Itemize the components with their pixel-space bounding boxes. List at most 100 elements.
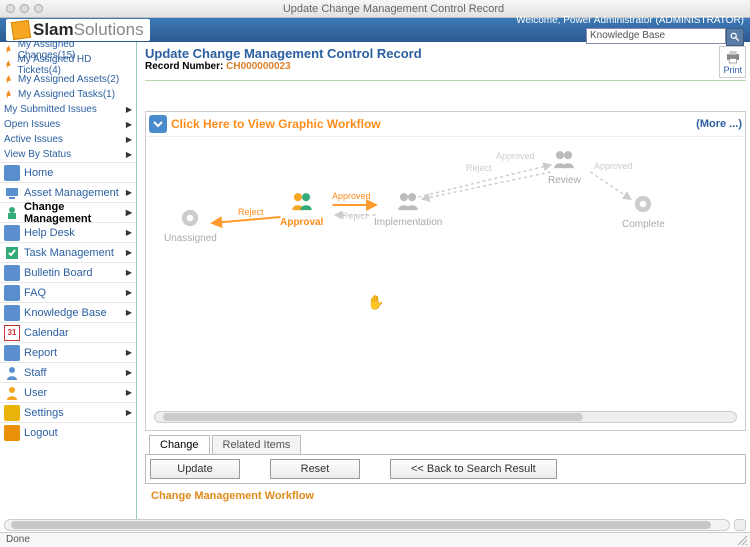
gear-icon — [177, 205, 203, 231]
logo-icon — [11, 20, 31, 40]
record-number-label: Record Number: — [145, 61, 223, 72]
left-nav: My Assigned Changes(15) My Assigned HD T… — [0, 42, 137, 520]
print-button[interactable]: Print — [719, 46, 746, 78]
wf-edge-approved: Approved — [496, 151, 535, 161]
scroll-thumb[interactable] — [11, 521, 711, 529]
wf-node-label: Complete — [622, 219, 665, 230]
nav-label: Help Desk — [24, 227, 75, 239]
chevron-right-icon: ▶ — [126, 228, 132, 237]
task-icon — [4, 245, 20, 261]
nav-label: Settings — [24, 407, 64, 419]
nav-home[interactable]: Home — [0, 162, 136, 182]
wf-node-label: Implementation — [374, 217, 442, 228]
nav-task-management[interactable]: Task Management▶ — [0, 242, 136, 262]
flame-icon — [4, 59, 15, 71]
window-title: Update Change Management Control Record — [43, 3, 744, 15]
nav-help-desk[interactable]: Help Desk ▶ — [0, 222, 136, 242]
chevron-down-icon — [152, 118, 164, 130]
nav-label: Change Management — [24, 201, 126, 225]
resize-grip-icon[interactable] — [736, 534, 748, 546]
wf-node-label: Unassigned — [164, 233, 217, 244]
nav-faq[interactable]: FAQ▶ — [0, 282, 136, 302]
wf-node-review[interactable]: Review — [548, 147, 581, 186]
nav-active-issues[interactable]: Active Issues▶ — [0, 132, 136, 147]
back-button[interactable]: << Back to Search Result — [390, 459, 557, 479]
window-controls[interactable] — [6, 4, 43, 13]
nav-knowledge-base[interactable]: Knowledge Base▶ — [0, 302, 136, 322]
settings-icon — [4, 405, 20, 421]
button-row: Update Reset << Back to Search Result — [145, 454, 746, 484]
record-number-value: CH000000023 — [226, 61, 291, 72]
nav-label: My Assigned Tasks(1) — [18, 89, 115, 100]
nav-staff[interactable]: Staff▶ — [0, 362, 136, 382]
tabs: Change Related Items — [145, 435, 746, 454]
nav-my-assigned-assets[interactable]: My Assigned Assets(2) — [0, 72, 136, 87]
chevron-right-icon: ▶ — [126, 135, 132, 144]
workflow-hscroll[interactable] — [154, 411, 737, 423]
logo-brand: Slam — [33, 20, 74, 39]
nav-label: Report — [24, 347, 57, 359]
home-icon — [4, 165, 20, 181]
welcome-text: Welcome, Power Administrator (ADMINISTRA… — [516, 15, 744, 26]
nav-change-management[interactable]: Change Management▶ — [0, 202, 136, 222]
nav-bulletin-board[interactable]: Bulletin Board▶ — [0, 262, 136, 282]
section-title: Change Management Workflow — [145, 484, 746, 502]
asset-icon — [4, 185, 20, 201]
nav-my-assigned-tasks[interactable]: My Assigned Tasks(1) — [0, 87, 136, 102]
nav-my-assigned-hd[interactable]: My Assigned HD Tickets(4) — [0, 57, 136, 72]
tab-related-items[interactable]: Related Items — [212, 435, 302, 454]
user-icon — [4, 385, 20, 401]
update-button[interactable]: Update — [150, 459, 240, 479]
nav-asset-management[interactable]: Asset Management ▶ — [0, 182, 136, 202]
nav-label: Task Management — [24, 247, 114, 259]
kb-icon — [4, 305, 20, 321]
faq-icon — [4, 285, 20, 301]
chevron-right-icon: ▶ — [126, 288, 132, 297]
nav-view-by-status[interactable]: View By Status▶ — [0, 147, 136, 162]
search-icon — [730, 32, 740, 42]
logo[interactable]: SlamSolutions — [6, 19, 150, 41]
wf-node-complete[interactable]: Complete — [622, 191, 665, 230]
nav-label: User — [24, 387, 47, 399]
tab-change[interactable]: Change — [149, 435, 210, 454]
nav-label: Knowledge Base — [24, 307, 107, 319]
nav-my-submitted[interactable]: My Submitted Issues ▶ — [0, 102, 136, 117]
wf-node-implementation[interactable]: Implementation — [374, 189, 442, 228]
workflow-more-link[interactable]: (More ...) — [696, 118, 742, 130]
workflow-panel: Click Here to View Graphic Workflow (Mor… — [145, 111, 746, 431]
close-dot[interactable] — [6, 4, 15, 13]
wf-node-label: Approval — [280, 217, 323, 228]
browser-scroll-corner — [734, 519, 746, 531]
chevron-right-icon: ▶ — [126, 188, 132, 197]
minimize-dot[interactable] — [20, 4, 29, 13]
wf-node-approval[interactable]: Approval — [280, 189, 323, 228]
staff-icon — [4, 365, 20, 381]
browser-hscroll[interactable] — [4, 519, 730, 531]
collapse-button[interactable] — [149, 115, 167, 133]
reset-button[interactable]: Reset — [270, 459, 360, 479]
app-header: SlamSolutions Welcome, Power Administrat… — [0, 18, 750, 42]
nav-label: View By Status — [4, 149, 71, 160]
zoom-dot[interactable] — [34, 4, 43, 13]
wf-edge-approved: Approved — [332, 191, 371, 201]
scroll-thumb[interactable] — [163, 413, 583, 421]
nav-label: Asset Management — [24, 187, 119, 199]
nav-user[interactable]: User▶ — [0, 382, 136, 402]
nav-settings[interactable]: Settings ▶ — [0, 402, 136, 422]
nav-label: My Submitted Issues — [4, 104, 97, 115]
chevron-right-icon: ▶ — [126, 105, 132, 114]
nav-open-issues[interactable]: Open Issues▶ — [0, 117, 136, 132]
cursor-icon: ✋ — [367, 294, 384, 311]
chevron-right-icon: ▶ — [126, 408, 132, 417]
workflow-link[interactable]: Click Here to View Graphic Workflow — [171, 117, 381, 131]
wf-node-unassigned[interactable]: Unassigned — [164, 205, 217, 244]
page-title: Update Change Management Control Record — [145, 46, 422, 61]
logout-icon — [4, 425, 20, 441]
gear-icon — [630, 191, 656, 217]
people-icon — [395, 189, 421, 215]
nav-logout[interactable]: Logout — [0, 422, 136, 442]
nav-calendar[interactable]: 31Calendar — [0, 322, 136, 342]
nav-report[interactable]: Report▶ — [0, 342, 136, 362]
chevron-right-icon: ▶ — [126, 268, 132, 277]
chevron-right-icon: ▶ — [126, 368, 132, 377]
